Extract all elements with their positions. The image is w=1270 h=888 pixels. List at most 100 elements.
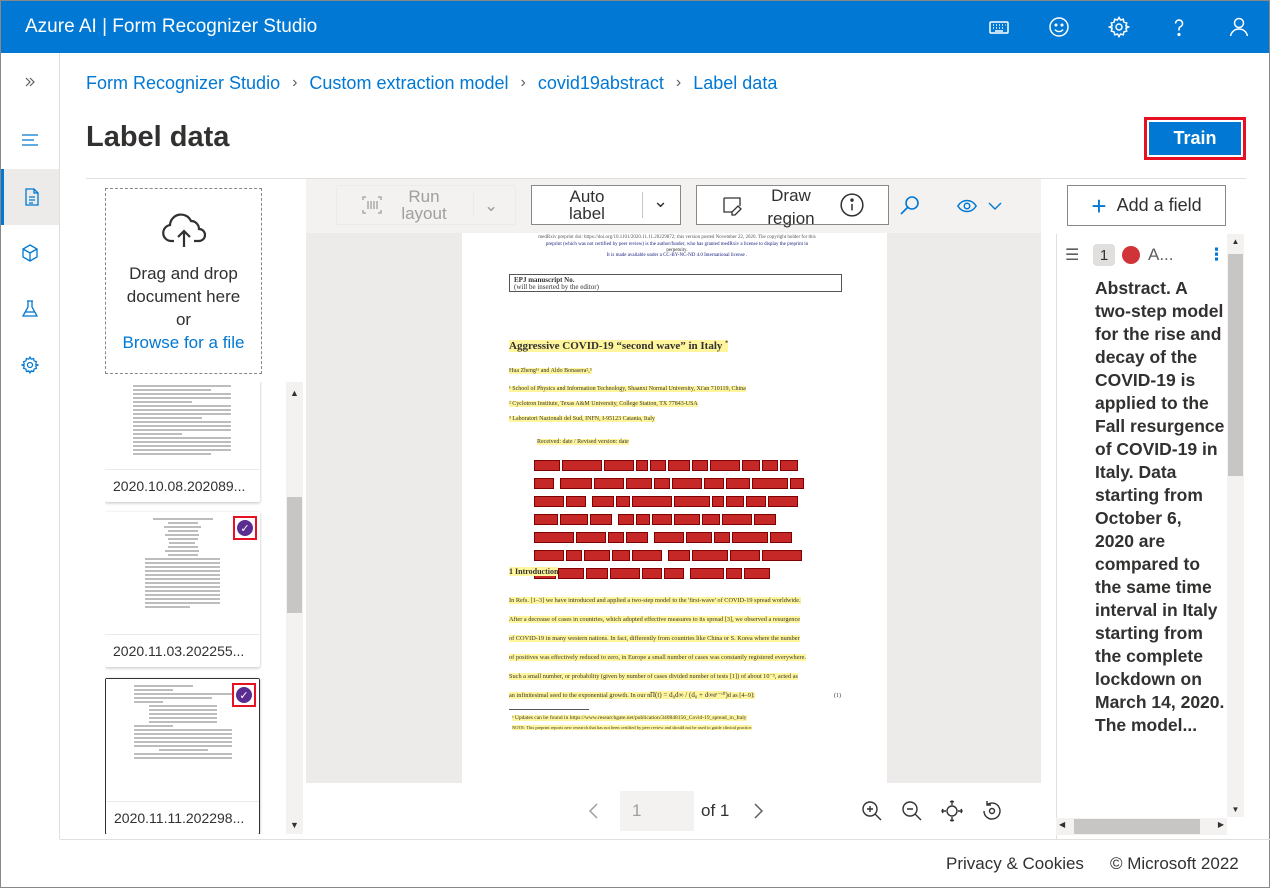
app-title: Azure AI | Form Recognizer Studio: [25, 16, 318, 37]
dropzone-text-3: or: [175, 310, 192, 329]
doc-equation-number: (1): [834, 693, 841, 699]
doc-header-2: preprint (which was not certified by pee…: [545, 242, 809, 247]
document-thumbnail[interactable]: ✓ 2020.11.03.202255...: [105, 512, 260, 667]
fit-page-icon[interactable]: [940, 799, 964, 823]
person-icon[interactable]: [1209, 1, 1269, 53]
scroll-up-icon[interactable]: ▲: [286, 388, 303, 398]
manuscript-note: (will be inserted by the editor): [514, 283, 599, 291]
draw-region-label-2: region: [767, 209, 815, 228]
flask-nav-icon[interactable]: [1, 281, 59, 337]
doc-paragraph: In Refs. [1–3] we have introduced and ap…: [509, 591, 844, 705]
doc-note: NOTE: This preprint reports new research…: [512, 725, 753, 730]
search-icon[interactable]: [898, 194, 922, 218]
privacy-link[interactable]: Privacy & Cookies: [946, 854, 1084, 874]
field-color-dot[interactable]: [1122, 246, 1140, 264]
page-count: of 1: [701, 801, 730, 820]
doc-affiliation-2: ² Cyclotron Institute, Texas A&M Univers…: [509, 401, 698, 407]
scroll-right-icon[interactable]: ▶: [1218, 820, 1224, 829]
breadcrumb-label-data[interactable]: Label data: [693, 73, 777, 94]
document-thumbnail[interactable]: 2020.10.08.202089...: [105, 382, 260, 502]
rotate-icon[interactable]: [980, 799, 1004, 823]
chevron-left-icon[interactable]: [584, 801, 604, 821]
fields-panel-hscrollbar[interactable]: ◀ ▶: [1056, 818, 1227, 835]
field-value: Abstract. A two-step model for the rise …: [1095, 278, 1225, 735]
document-name: 2020.11.11.202298...: [106, 801, 259, 834]
document-thumbnail-selected[interactable]: ✓ 2020.11.11.202298...: [105, 678, 260, 834]
chevron-down-icon[interactable]: [986, 197, 1004, 215]
doc-title-text: Aggressive COVID-19 “second wave” in Ita…: [509, 340, 723, 352]
scroll-down-icon[interactable]: ▼: [286, 820, 303, 830]
fields-panel: ☰ 1 A... ⋮ Abstract. A two-step model fo…: [1056, 234, 1246, 839]
run-layout-button[interactable]: Run layout ⌄: [336, 185, 516, 225]
doc-authors: Hua Zheng¹ᵃ and Aldo Bonasera²,³: [509, 368, 592, 374]
draw-region-label-1: Draw: [771, 186, 811, 205]
doc-para-line: of COVID-19 in many western nations. In …: [509, 635, 800, 642]
add-field-label: Add a field: [1116, 195, 1202, 215]
chevron-right-icon: ›: [292, 74, 298, 91]
chevron-right-icon: ›: [520, 74, 526, 91]
chevron-right-icon[interactable]: [748, 801, 768, 821]
scrollbar-thumb[interactable]: [1228, 254, 1243, 476]
zoom-out-icon[interactable]: [900, 799, 924, 823]
help-icon[interactable]: [1149, 1, 1209, 53]
file-dropzone[interactable]: Drag and drop document here or Browse fo…: [105, 188, 262, 374]
more-options-icon[interactable]: ⋮: [1208, 245, 1225, 265]
doc-affiliation-3: ³ Laboratori Nazionali del Sud, INFN, I-…: [509, 416, 655, 422]
add-field-button[interactable]: + Add a field: [1067, 185, 1226, 226]
document-name: 2020.10.08.202089...: [105, 469, 260, 502]
run-layout-label-1: Run: [408, 187, 440, 206]
document-viewer[interactable]: medRxiv preprint doi: https://doi.org/10…: [306, 233, 1041, 783]
scrollbar-thumb[interactable]: [287, 497, 302, 613]
labeled-abstract-region[interactable]: [534, 458, 819, 579]
scroll-down-icon[interactable]: ▼: [1227, 805, 1244, 814]
browse-file-link[interactable]: Browse for a file: [106, 331, 261, 354]
page-number-input[interactable]: 1: [620, 791, 694, 831]
draw-region-icon: [723, 197, 742, 216]
layout-scan-icon: [362, 196, 382, 214]
auto-label-label-1: Auto: [569, 187, 605, 206]
draw-region-button[interactable]: Draw region: [696, 185, 889, 228]
field-row[interactable]: ☰ 1 A... ⋮: [1065, 242, 1225, 268]
run-layout-label-2: layout: [401, 204, 447, 223]
document-list: 2020.10.08.202089... ✓ 2020.11.03.202255…: [105, 382, 262, 834]
keyboard-icon[interactable]: [969, 1, 1029, 53]
scroll-up-icon[interactable]: ▲: [1227, 237, 1244, 246]
scrollbar-thumb[interactable]: [1074, 819, 1200, 834]
doc-title-mark: *: [725, 340, 729, 347]
info-icon[interactable]: [839, 192, 865, 218]
checked-icon[interactable]: ✓: [232, 683, 256, 707]
doc-footnote: ᵃ Updates can be found in https://www.re…: [512, 715, 747, 721]
document-nav-icon[interactable]: [1, 169, 59, 225]
auto-label-button[interactable]: Auto label ⌄: [531, 185, 681, 225]
document-page[interactable]: medRxiv preprint doi: https://doi.org/10…: [462, 233, 887, 783]
breadcrumb-custom-model[interactable]: Custom extraction model: [309, 73, 508, 94]
doc-header-1: medRxiv preprint doi: https://doi.org/10…: [538, 235, 816, 240]
smiley-icon[interactable]: [1029, 1, 1089, 53]
scroll-left-icon[interactable]: ◀: [1059, 820, 1065, 829]
chevron-down-icon[interactable]: ⌄: [484, 197, 498, 214]
manuscript-box: EPJ manuscript No. (will be inserted by …: [509, 274, 842, 292]
breadcrumb-project[interactable]: covid19abstract: [538, 73, 664, 94]
train-button[interactable]: Train: [1144, 117, 1246, 160]
eye-icon[interactable]: [956, 195, 978, 217]
menu-icon[interactable]: [1, 111, 59, 169]
field-name[interactable]: A...: [1148, 245, 1174, 265]
document-preview: ✓: [106, 679, 259, 801]
fields-panel-scrollbar[interactable]: ▲ ▼: [1227, 234, 1244, 817]
chevron-right-icon: ›: [675, 74, 682, 91]
gear-icon[interactable]: [1089, 1, 1149, 53]
dropzone-text-2: document here: [126, 287, 241, 306]
drag-handle-icon[interactable]: ☰: [1065, 245, 1085, 265]
document-preview: [105, 382, 260, 469]
doc-received: Received: date / Revised version: date: [537, 439, 629, 445]
breadcrumb-studio[interactable]: Form Recognizer Studio: [86, 73, 280, 94]
document-list-scrollbar[interactable]: ▲ ▼: [286, 382, 303, 834]
doc-para-line: Such a small number, or probability (giv…: [509, 673, 798, 680]
settings-nav-icon[interactable]: [1, 337, 59, 393]
zoom-in-icon[interactable]: [860, 799, 884, 823]
expand-nav-icon[interactable]: [1, 53, 59, 111]
model-nav-icon[interactable]: [1, 225, 59, 281]
doc-header-4: It is made available under a CC-BY-NC-ND…: [606, 253, 748, 258]
checked-icon[interactable]: ✓: [233, 516, 257, 540]
chevron-down-icon[interactable]: ⌄: [653, 192, 668, 210]
